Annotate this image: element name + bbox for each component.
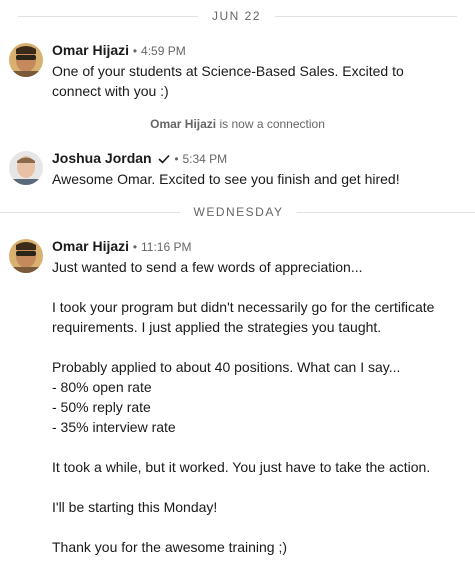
separator-dot: •	[132, 44, 138, 58]
divider-line	[0, 211, 180, 213]
message-header: Joshua Jordan • 5:34 PM	[52, 150, 227, 167]
message-header: Omar Hijazi • 4:59 PM	[52, 42, 186, 58]
connection-name[interactable]: Omar Hijazi	[150, 117, 216, 131]
separator-dot: •	[174, 152, 179, 166]
message-body: Just wanted to send a few words of appre…	[52, 259, 435, 555]
date-divider-label: WEDNESDAY	[193, 205, 284, 219]
connection-text: is now a connection	[216, 117, 325, 131]
sender-name[interactable]: Omar Hijazi	[52, 238, 129, 254]
message-header: Omar Hijazi • 11:16 PM	[52, 238, 192, 254]
divider-line	[275, 15, 457, 17]
sender-name[interactable]: Omar Hijazi	[52, 42, 129, 58]
message-time: 11:16 PM	[141, 240, 192, 254]
checkmark-icon	[158, 151, 171, 167]
avatar-omar-hijazi[interactable]	[9, 239, 43, 273]
date-divider-wednesday: WEDNESDAY	[0, 202, 475, 222]
sender-name[interactable]: Joshua Jordan	[52, 150, 152, 166]
message-item: Joshua Jordan • 5:34 PM Awesome Omar. Ex…	[0, 150, 475, 190]
separator-dot: •	[132, 240, 138, 254]
divider-line	[297, 211, 475, 213]
avatar-joshua-jordan[interactable]	[9, 151, 43, 185]
avatar-omar-hijazi[interactable]	[9, 43, 43, 77]
date-divider-label: JUN 22	[211, 9, 261, 23]
message-time: 4:59 PM	[141, 44, 186, 58]
message-item: Omar Hijazi • 11:16 PM Just wanted to se…	[0, 238, 475, 558]
message-time: 5:34 PM	[182, 152, 228, 166]
message-item: Omar Hijazi • 4:59 PM One of your studen…	[0, 42, 475, 104]
message-body: Awesome Omar. Excited to see you finish …	[52, 171, 400, 187]
date-divider-jun-22: JUN 22	[0, 6, 475, 26]
divider-line	[17, 15, 198, 17]
connection-notice: Omar Hijazi is now a connection	[0, 117, 475, 131]
message-body: One of your students at Science-Based Sa…	[52, 63, 404, 99]
